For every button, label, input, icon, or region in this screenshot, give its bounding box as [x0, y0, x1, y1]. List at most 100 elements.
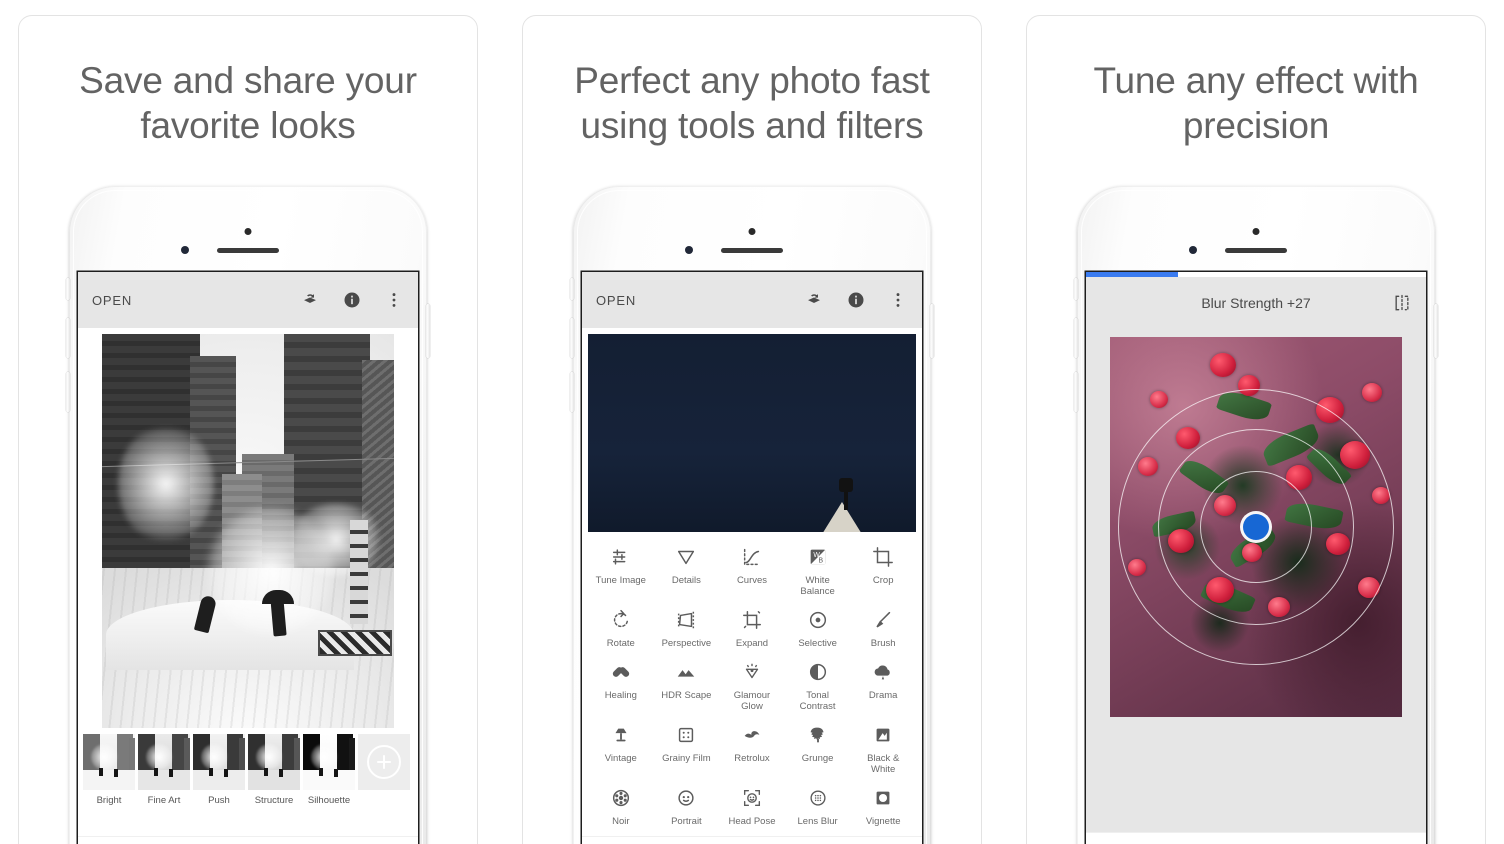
- tool-grunge[interactable]: Grunge: [785, 722, 851, 775]
- tool-label: Grainy Film: [662, 753, 711, 764]
- tool-label: Details: [671, 575, 701, 586]
- edited-photo-bw-street[interactable]: [102, 334, 394, 728]
- overflow-menu-icon[interactable]: [888, 290, 908, 310]
- tool-crop[interactable]: Crop: [850, 544, 916, 597]
- tool-label: Black & White: [867, 753, 900, 775]
- earpiece-speaker: [721, 248, 783, 253]
- tool-label: Curves: [736, 575, 768, 586]
- perspective-icon: [654, 607, 720, 633]
- tool-brush[interactable]: Brush: [850, 607, 916, 649]
- plus-icon: [367, 745, 401, 779]
- mute-switch[interactable]: [1074, 278, 1078, 300]
- look-label: Fine Art: [147, 795, 181, 806]
- tool-label: Tonal Contrast: [799, 690, 836, 712]
- open-button[interactable]: OPEN: [92, 293, 132, 308]
- tool-vignette[interactable]: Vignette: [850, 785, 916, 827]
- tool-label: Vignette: [865, 816, 901, 827]
- volume-down-button[interactable]: [1074, 372, 1078, 412]
- tool-head-pose[interactable]: Head Pose: [719, 785, 785, 827]
- tool-label: Selective: [798, 638, 837, 649]
- power-button[interactable]: [1434, 304, 1438, 358]
- look-preset[interactable]: Push: [193, 734, 245, 806]
- tool-retrolux[interactable]: Retrolux: [719, 722, 785, 775]
- bottom-nav-2: LOOKS TOOLS EXPORT: [582, 836, 922, 844]
- phone-mockup-1: OPEN Bright Fine Art Push Structure Silh…: [66, 186, 430, 844]
- looks-filmstrip: Bright Fine Art Push Structure Silhouett…: [78, 728, 418, 806]
- lens-blur-icon: [785, 785, 851, 811]
- tool-portrait[interactable]: Portrait: [654, 785, 720, 827]
- tool-vintage[interactable]: Vintage: [588, 722, 654, 775]
- stack-undo-icon[interactable]: [804, 290, 824, 310]
- tool-curves[interactable]: Curves: [719, 544, 785, 597]
- white-balance-icon: WB: [785, 544, 851, 570]
- power-button[interactable]: [930, 304, 934, 358]
- edited-photo-night-sky[interactable]: [588, 334, 916, 532]
- tool-tune-image[interactable]: Tune Image: [588, 544, 654, 597]
- edited-photo-flowers[interactable]: [1110, 337, 1402, 717]
- volume-down-button[interactable]: [570, 372, 574, 412]
- proximity-sensor-icon: [685, 246, 693, 254]
- look-preset[interactable]: Structure: [248, 734, 300, 806]
- tool-white-balance[interactable]: WB White Balance: [785, 544, 851, 597]
- phone-screen-3: Blur Strength +27: [1086, 272, 1426, 844]
- info-icon[interactable]: [846, 290, 866, 310]
- phone-screen-2: OPEN Tune Image Details Curves W B White…: [582, 272, 922, 844]
- compare-split-icon[interactable]: [1392, 293, 1412, 313]
- tool-label: Noir: [612, 816, 630, 827]
- volume-up-button[interactable]: [570, 318, 574, 358]
- add-look-button[interactable]: [358, 734, 410, 790]
- app-bar: OPEN: [582, 272, 922, 328]
- tool-drama[interactable]: Drama: [850, 659, 916, 712]
- tool-noir[interactable]: Noir: [588, 785, 654, 827]
- tool-label: Perspective: [661, 638, 712, 649]
- tonal-contrast-icon: [785, 659, 851, 685]
- stack-undo-icon[interactable]: [300, 290, 320, 310]
- rotate-icon: [588, 607, 654, 633]
- earpiece-speaker: [217, 248, 279, 253]
- tool-selective[interactable]: Selective: [785, 607, 851, 649]
- tool-tonal-contrast[interactable]: Tonal Contrast: [785, 659, 851, 712]
- tool-label: Rotate: [606, 638, 635, 649]
- tool-expand[interactable]: Expand: [719, 607, 785, 649]
- mute-switch[interactable]: [66, 278, 70, 300]
- tool-label: Glamour Glow: [733, 690, 771, 712]
- tool-label: Healing: [604, 690, 637, 701]
- tool-grainy-film[interactable]: Grainy Film: [654, 722, 720, 775]
- bottom-nav-1: LOOKS TOOLS EXPORT: [78, 836, 418, 844]
- details-icon: [654, 544, 720, 570]
- look-preset[interactable]: Bright: [83, 734, 135, 806]
- tool-hdr-scape[interactable]: HDR Scape: [654, 659, 720, 712]
- phone-body: Blur Strength +27: [1074, 186, 1438, 844]
- earpiece-speaker: [1225, 248, 1287, 253]
- mute-switch[interactable]: [570, 278, 574, 300]
- expand-icon: [719, 607, 785, 633]
- tool-black-and-white[interactable]: Black & White: [850, 722, 916, 775]
- control-point-handle[interactable]: [1243, 514, 1269, 540]
- phone-body: OPEN: [66, 186, 430, 844]
- hdr-scape-icon: [654, 659, 720, 685]
- look-label: Structure: [254, 795, 294, 806]
- volume-down-button[interactable]: [66, 372, 70, 412]
- vintage-icon: [588, 722, 654, 748]
- look-preset[interactable]: Fine Art: [138, 734, 190, 806]
- front-camera-icon: [748, 228, 756, 235]
- tool-glamour-glow[interactable]: Glamour Glow: [719, 659, 785, 712]
- tool-label: Grunge: [801, 753, 834, 764]
- edit-toolbar: [1086, 832, 1426, 844]
- overflow-menu-icon[interactable]: [384, 290, 404, 310]
- volume-up-button[interactable]: [66, 318, 70, 358]
- tool-rotate[interactable]: Rotate: [588, 607, 654, 649]
- power-button[interactable]: [426, 304, 430, 358]
- tool-details[interactable]: Details: [654, 544, 720, 597]
- curves-icon: [719, 544, 785, 570]
- app-bar-actions: [804, 290, 908, 310]
- volume-up-button[interactable]: [1074, 318, 1078, 358]
- look-preset[interactable]: Silhouette: [303, 734, 355, 806]
- retrolux-icon: [719, 722, 785, 748]
- info-icon[interactable]: [342, 290, 362, 310]
- tool-healing[interactable]: Healing: [588, 659, 654, 712]
- tool-lens-blur[interactable]: Lens Blur: [785, 785, 851, 827]
- open-button[interactable]: OPEN: [596, 293, 636, 308]
- tool-label: Retrolux: [734, 753, 770, 764]
- tool-perspective[interactable]: Perspective: [654, 607, 720, 649]
